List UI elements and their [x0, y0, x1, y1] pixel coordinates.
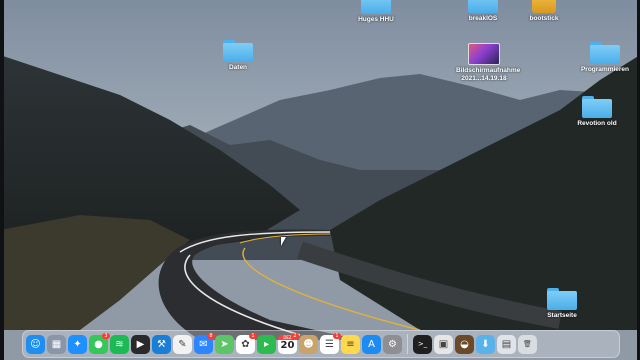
folder-icon: [361, 0, 391, 14]
maps-icon[interactable]: ➤: [215, 334, 234, 354]
mouse-cursor: [281, 237, 286, 246]
app-glyph: ≡: [346, 338, 355, 350]
downloads-icon[interactable]: ⬇: [476, 334, 495, 354]
app-glyph: ▶: [136, 338, 145, 350]
notes-icon[interactable]: ≡: [341, 334, 360, 354]
folder-icon: [547, 288, 577, 310]
system-preferences-icon[interactable]: ⚙: [383, 334, 402, 354]
calendar-icon[interactable]: DEZ 20 2: [278, 332, 299, 354]
desktop-folder-revotion-old[interactable]: Revotion old: [560, 96, 634, 128]
calendar-day: 20: [280, 339, 295, 351]
app-store-icon[interactable]: A: [362, 334, 381, 354]
app-glyph: ✦: [73, 338, 82, 350]
app-glyph: ●: [94, 338, 103, 350]
screenshot-thumbnail-icon: [468, 43, 500, 65]
app-glyph: ✿: [241, 338, 250, 350]
desktop-file-screenshot[interactable]: Bildschirmaufnahme 2021...14.19.18: [447, 43, 521, 83]
app-glyph: ⬇: [481, 338, 490, 350]
final-cut-icon[interactable]: ▶: [131, 334, 150, 354]
app-glyph: ⚙: [388, 338, 397, 350]
folder-icon: [590, 42, 620, 64]
app-glyph: >_: [417, 340, 428, 348]
drive-icon: [532, 0, 556, 13]
desktop-folder-daten[interactable]: Daten: [201, 40, 275, 72]
icon-label: Daten: [228, 64, 248, 71]
app-glyph: ▣: [438, 338, 449, 350]
reminders-icon[interactable]: ☰ 1: [320, 332, 341, 354]
safari-icon[interactable]: ✦: [68, 334, 87, 354]
desktop-folder-startseite[interactable]: Startseite: [525, 288, 599, 320]
app-glyph: ☰: [325, 338, 334, 350]
messages-icon[interactable]: ● 3: [89, 332, 110, 354]
folder-icon: [223, 40, 253, 62]
icon-label: breakIOS: [468, 15, 498, 22]
app-glyph: ▤: [501, 338, 512, 350]
folder-icon: [468, 0, 498, 13]
terminal-icon[interactable]: >_: [413, 334, 432, 354]
app-glyph: ◒: [460, 338, 469, 350]
icon-label: Revotion old: [577, 120, 617, 127]
app-glyph: A: [368, 338, 375, 350]
app-glyph: ▦: [51, 338, 62, 350]
app-glyph: 🗑: [523, 340, 532, 348]
icon-label: Programmieren: [580, 66, 630, 73]
app-glyph: ✎: [178, 338, 187, 350]
icon-label: Startseite: [547, 312, 577, 319]
notification-badge: 1: [333, 332, 341, 339]
dock[interactable]: ☺ ▦ ✦ ● 3 ≋ ▶ ⚒ ✎ ✉ 8 ➤ ✿ 1 ▸ DEZ 20 2 ☻ ☰ 1 ≡ A ⚙ >_ ▣ ◒ ⬇ ▤ 🗑: [22, 330, 620, 358]
folder-icon: [582, 96, 612, 118]
spotify-icon[interactable]: ≋: [110, 334, 129, 354]
contacts-icon[interactable]: ☻: [299, 334, 318, 354]
desktop-drive-bootstick[interactable]: bootstick: [507, 0, 581, 23]
icon-label: Bildschirmaufnahme 2021...14.19.18: [456, 67, 521, 82]
app-glyph: ☺: [30, 338, 41, 350]
desktop-folder-programmieren[interactable]: Programmieren: [568, 42, 640, 74]
app-glyph: ▸: [263, 338, 270, 350]
notification-badge: 3: [102, 332, 110, 339]
dock-separator: [407, 334, 408, 354]
photos-icon[interactable]: ✿ 1: [236, 332, 257, 354]
mail-icon[interactable]: ✉ 8: [194, 332, 215, 354]
desktop[interactable]: Huges HHU breakIOS bootstick Daten Bilds…: [0, 0, 640, 360]
app-glyph: ⚒: [157, 338, 166, 350]
coconut-battery-icon[interactable]: ◒: [455, 334, 474, 354]
notification-badge: 1: [249, 332, 257, 339]
trash-icon[interactable]: 🗑: [518, 334, 537, 354]
app-glyph: ➤: [220, 338, 229, 350]
screenshots-stack-icon[interactable]: ▤: [497, 334, 516, 354]
desktop-folder-huges-hhu[interactable]: Huges HHU: [339, 0, 413, 24]
notification-badge: 8: [207, 332, 215, 339]
icon-label: bootstick: [529, 15, 559, 22]
app-glyph: ≋: [115, 338, 124, 350]
mindnode-icon[interactable]: ✎: [173, 334, 192, 354]
app-glyph: ✉: [199, 338, 208, 350]
launchpad-icon[interactable]: ▦: [47, 334, 66, 354]
app-glyph: ☻: [303, 338, 314, 350]
facetime-icon[interactable]: ▸: [257, 334, 276, 354]
notification-badge: 2: [291, 332, 299, 339]
preview-icon[interactable]: ▣: [434, 334, 453, 354]
xcode-icon[interactable]: ⚒: [152, 334, 171, 354]
finder-icon[interactable]: ☺: [26, 334, 45, 354]
icon-label: Huges HHU: [358, 16, 394, 23]
